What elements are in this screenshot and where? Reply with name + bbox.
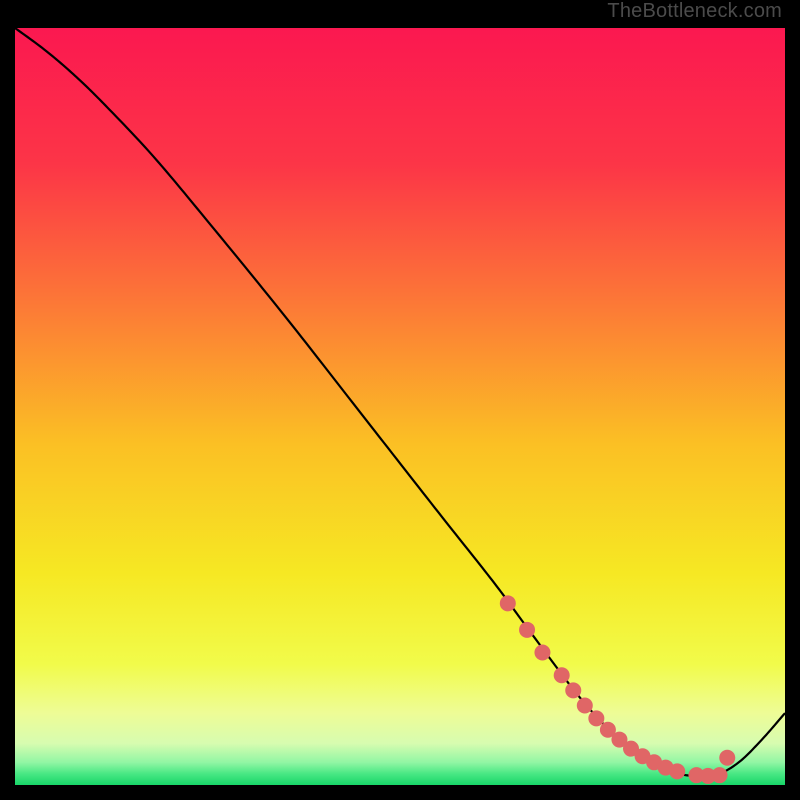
chart-svg (15, 28, 785, 785)
watermark-text: TheBottleneck.com (607, 0, 782, 23)
data-marker (554, 667, 570, 683)
data-marker (719, 750, 735, 766)
data-marker (565, 682, 581, 698)
chart-area (15, 28, 785, 785)
data-marker (669, 763, 685, 779)
data-marker (519, 622, 535, 638)
data-marker (577, 698, 593, 714)
data-marker (712, 767, 728, 783)
data-marker (500, 595, 516, 611)
data-marker (588, 710, 604, 726)
gradient-background (15, 28, 785, 785)
data-marker (534, 645, 550, 661)
